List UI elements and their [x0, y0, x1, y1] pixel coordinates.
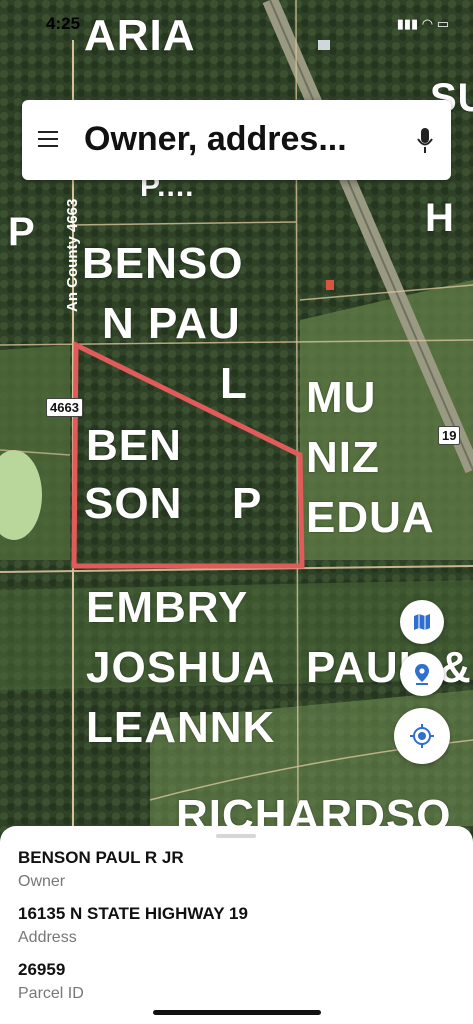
- home-indicator[interactable]: [153, 1010, 321, 1015]
- address-label: Address: [18, 929, 77, 946]
- map-label: EMBRY: [86, 583, 249, 632]
- address-value: 16135 N STATE HIGHWAY 19: [18, 904, 248, 923]
- map-label: ARIA: [84, 11, 196, 60]
- map-label: N PAU: [102, 299, 241, 348]
- map-label: H: [425, 196, 455, 240]
- sheet-drag-handle[interactable]: [216, 834, 256, 838]
- map-layers-icon: [414, 614, 430, 630]
- map-label: EDUA: [306, 493, 435, 542]
- map-label: L: [220, 359, 248, 408]
- parcel-id-label: Parcel ID: [18, 985, 84, 1002]
- map-label: BEN: [86, 421, 182, 470]
- pin-icon: [415, 664, 429, 685]
- owner-value: BENSON PAUL R JR: [18, 848, 184, 867]
- menu-icon[interactable]: [38, 131, 58, 147]
- owner-label: Owner: [18, 873, 66, 890]
- search-input[interactable]: Owner, addres...: [84, 120, 347, 159]
- map-label: MU: [306, 373, 377, 422]
- pin-button[interactable]: [400, 652, 444, 696]
- map-layers-button[interactable]: [400, 600, 444, 644]
- status-bar: 4:25 ▮▮▮ ◠ ▭: [0, 0, 473, 44]
- parcel-details-sheet[interactable]: BENSON PAUL R JR Owner 16135 N STATE HIG…: [0, 826, 473, 1024]
- map-label: P: [8, 210, 36, 254]
- map-label: P: [232, 479, 263, 528]
- microphone-icon[interactable]: [417, 128, 433, 154]
- parcel-id-value: 26959: [18, 960, 66, 979]
- map-label: LEANNK: [86, 703, 276, 752]
- map-label: JOSHUA: [86, 643, 276, 692]
- map-label: PAUL &: [306, 643, 472, 692]
- signal-wifi-battery-icon: ▮▮▮ ◠ ▭: [396, 16, 449, 31]
- search-bar[interactable]: Owner, addres...: [22, 100, 451, 180]
- locate-me-button[interactable]: [394, 708, 450, 764]
- locate-icon: [410, 724, 434, 748]
- map-label: SON: [84, 479, 183, 528]
- map-label: BENSO: [82, 239, 244, 288]
- status-time: 4:25: [46, 14, 81, 33]
- road-name: An County 4663: [64, 198, 81, 312]
- road-number-tag: 4663: [46, 398, 83, 417]
- map-label: NIZ: [306, 433, 380, 482]
- road-number-tag: 19: [438, 426, 461, 445]
